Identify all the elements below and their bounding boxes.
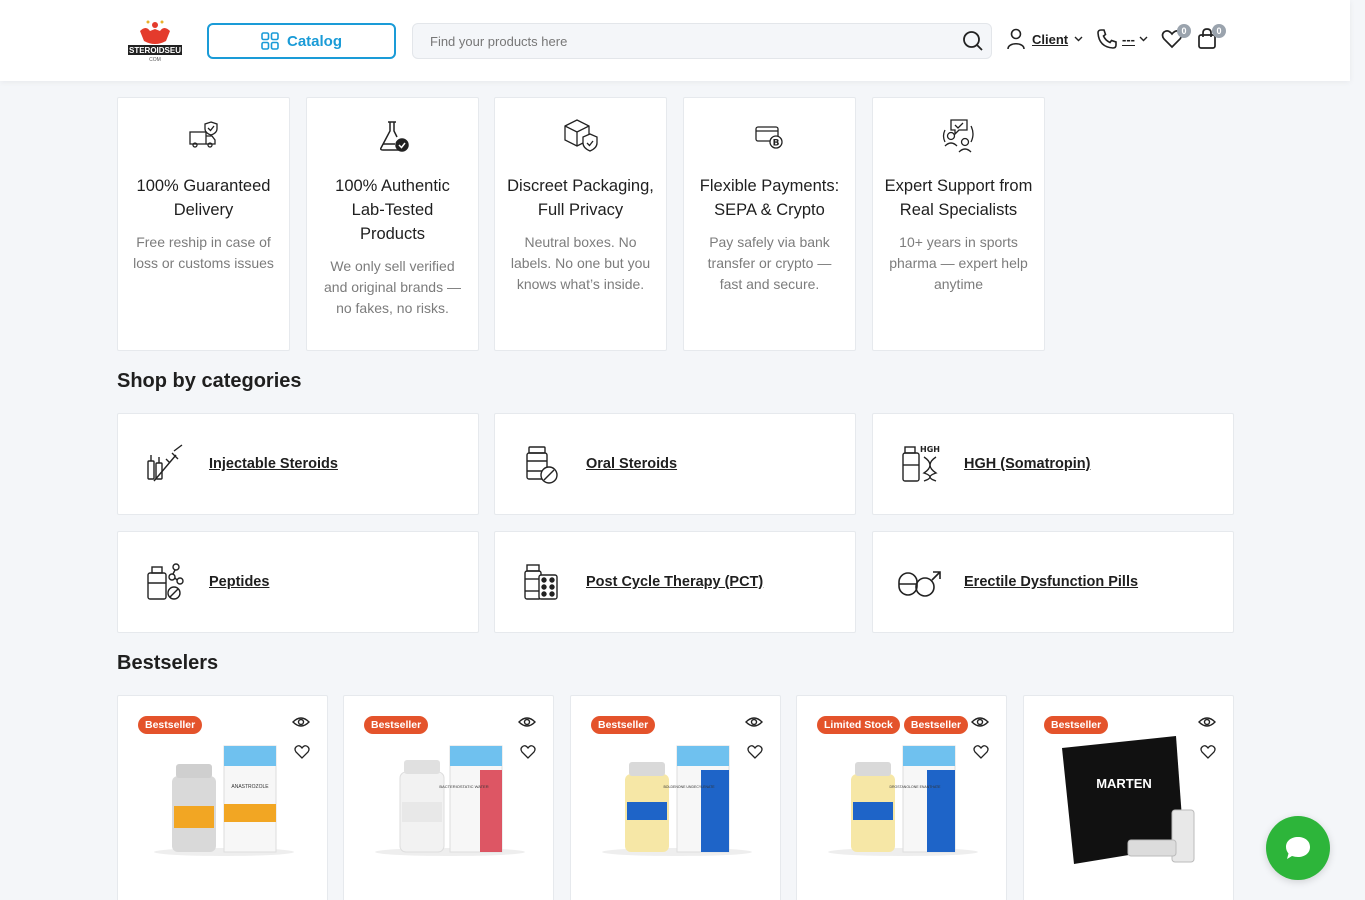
feature-title: Expert Support from Real Specialists [884, 177, 1033, 219]
category-label: HGH (Somatropin) [964, 456, 1091, 472]
feature-desc: We only sell verified and original brand… [324, 258, 461, 316]
pill-bottle-icon [526, 446, 558, 484]
bestseller-tag: Bestseller [591, 716, 656, 734]
feature-card-support: Expert Support from Real Specialists 10+… [872, 97, 1045, 351]
site-logo[interactable]: STEROIDSEU COM [126, 17, 184, 63]
cart-button[interactable]: 0 [1196, 24, 1226, 55]
phone-icon [1097, 29, 1117, 49]
product-image: DROSTANOLONE ENANTHATE [828, 745, 978, 856]
lab-flask-check-icon [379, 121, 409, 152]
client-label: Client [1032, 31, 1069, 47]
category-label: Erectile Dysfunction Pills [964, 574, 1139, 590]
search-input[interactable] [413, 24, 953, 58]
feature-title: 100% Guaranteed Delivery [136, 177, 271, 219]
category-card-ed[interactable]: Erectile Dysfunction Pills [872, 531, 1234, 633]
product-label-text: BACTERIOSTATIC WATER [439, 784, 488, 789]
client-menu[interactable]: Client [1006, 28, 1083, 50]
catalog-button[interactable]: Catalog [207, 23, 396, 59]
category-label: Oral Steroids [586, 456, 678, 472]
logo-subtext: COM [149, 57, 161, 63]
cart-count-badge: 0 [1212, 24, 1226, 38]
bestseller-tag: Bestseller [1044, 716, 1109, 734]
quick-view-eye-icon[interactable] [292, 716, 310, 728]
chevron-down-icon [1139, 36, 1148, 42]
feature-card-packaging: Discreet Packaging, Full Privacy Neutral… [494, 97, 667, 351]
phone-menu[interactable]: --- [1096, 28, 1148, 50]
feature-title: 100% Authentic Lab-Tested Products [335, 177, 450, 243]
category-label: Peptides [209, 574, 270, 590]
product-label-text: MARTEN [1096, 776, 1152, 791]
product-image: BACTERIOSTATIC WATER [375, 745, 525, 856]
feature-title: Discreet Packaging, Full Privacy [507, 177, 654, 219]
bestsellers-title: Bestselers [117, 652, 219, 674]
bestseller-tag: Bestseller [138, 716, 203, 734]
categories-title: Shop by categories [117, 370, 302, 392]
catalog-label: Catalog [286, 32, 342, 50]
search-icon[interactable] [961, 29, 985, 53]
quick-view-eye-icon[interactable] [745, 716, 763, 728]
product-label-text: DROSTANOLONE ENANTHATE [889, 785, 941, 789]
user-icon [1007, 28, 1025, 50]
product-card[interactable]: Bestseller MARTEN [1023, 695, 1234, 900]
wishlist-count-badge: 0 [1177, 24, 1191, 38]
category-card-injectable[interactable]: Injectable Steroids [117, 413, 479, 515]
feature-desc: 10+ years in sports pharma — expert help… [889, 234, 1028, 292]
support-specialist-icon [942, 119, 974, 153]
limited-stock-tag: Limited Stock [817, 716, 900, 734]
category-card-pct[interactable]: Post Cycle Therapy (PCT) [494, 531, 856, 633]
search-bar [412, 23, 992, 59]
bestseller-tag: Bestseller [364, 716, 429, 734]
category-card-peptides[interactable]: Peptides [117, 531, 479, 633]
hgh-dna-icon: HGH [902, 445, 940, 482]
category-card-oral[interactable]: Oral Steroids [494, 413, 856, 515]
feature-card-payments: B Flexible Payments: SEPA & Crypto Pay s… [683, 97, 856, 351]
pill-male-symbol-icon [898, 571, 941, 597]
product-card[interactable]: Bestseller ANASTROZOLE [117, 695, 328, 900]
feature-desc: Neutral boxes. No labels. No one but you… [510, 234, 651, 292]
feature-title: Flexible Payments: SEPA & Crypto [699, 177, 840, 219]
category-card-hgh[interactable]: HGH HGH (Somatropin) [872, 413, 1234, 515]
chat-widget-button[interactable] [1266, 816, 1330, 880]
product-image: BOLDENONE UNDECYLENATE [602, 745, 752, 856]
chevron-down-icon [1074, 36, 1083, 42]
category-label: Injectable Steroids [209, 456, 338, 472]
quick-view-eye-icon[interactable] [971, 716, 989, 728]
syringe-vial-icon [147, 444, 183, 482]
product-card[interactable]: Bestseller BOLDENONE UNDECYLENATE [570, 695, 781, 900]
feature-desc: Pay safely via bank transfer or crypto —… [707, 234, 832, 292]
site-header: STEROIDSEU COM Catalog Client --- [0, 0, 1350, 81]
logo-text: STEROIDSEU [129, 46, 181, 55]
delivery-truck-shield-icon [188, 121, 218, 148]
svg-text:HGH: HGH [920, 445, 940, 454]
product-image: MARTEN [1062, 736, 1195, 864]
pct-blister-icon [524, 564, 558, 600]
chat-bubble-icon [1286, 837, 1310, 859]
peptide-bottle-icon [147, 563, 184, 600]
feature-desc: Free reship in case of loss or customs i… [133, 234, 274, 271]
phone-label: --- [1122, 31, 1135, 47]
wishlist-button[interactable]: 0 [1161, 24, 1191, 55]
category-label: Post Cycle Therapy (PCT) [586, 574, 764, 590]
quick-view-eye-icon[interactable] [518, 716, 536, 728]
grid-icon [261, 32, 279, 50]
product-label-text: ANASTROZOLE [231, 784, 269, 790]
product-image: ANASTROZOLE [154, 745, 294, 856]
card-bitcoin-icon: B [754, 126, 783, 149]
package-shield-icon [563, 119, 598, 152]
feature-card-authentic: 100% Authentic Lab-Tested Products We on… [306, 97, 479, 351]
product-label-text: BOLDENONE UNDECYLENATE [663, 785, 715, 789]
product-card[interactable]: Bestseller BACTERIOSTATIC WATER [343, 695, 554, 900]
product-card[interactable]: Limited Stock Bestseller DROSTANOLONE EN… [796, 695, 1007, 900]
svg-text:B: B [772, 139, 779, 149]
feature-card-delivery: 100% Guaranteed Delivery Free reship in … [117, 97, 290, 351]
quick-view-eye-icon[interactable] [1198, 716, 1216, 728]
bestseller-tag: Bestseller [903, 716, 969, 734]
